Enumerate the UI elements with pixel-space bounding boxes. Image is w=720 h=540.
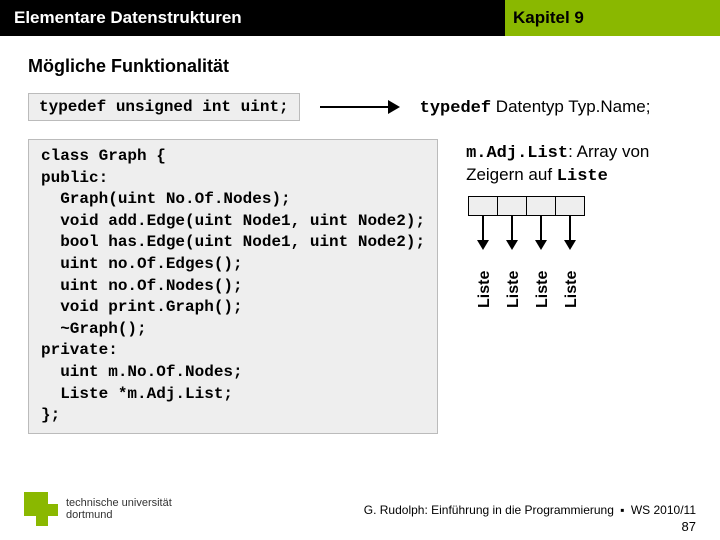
array-cell <box>526 196 556 216</box>
logo-line2: dortmund <box>66 509 172 521</box>
page-number: 87 <box>364 519 696 534</box>
adj-list-kw2: Liste <box>557 167 608 186</box>
array-cell <box>468 196 498 216</box>
arrow-icon <box>320 102 400 112</box>
footer-separator: ▪ <box>620 503 624 517</box>
logo-text: technische universität dortmund <box>66 497 172 521</box>
slide-content: Mögliche Funktionalität typedef unsigned… <box>0 36 720 434</box>
tu-logo-icon <box>24 492 58 526</box>
adj-list-description: m.Adj.List: Array von Zeigern auf Liste <box>466 141 692 188</box>
header-bar: Elementare Datenstrukturen Kapitel 9 <box>0 0 720 36</box>
array-box-row <box>468 196 594 216</box>
adj-list-kw1: m.Adj.List <box>466 144 568 163</box>
typedef-row: typedef unsigned int uint; typedef Daten… <box>28 93 692 121</box>
header-title-right: Kapitel 9 <box>505 0 720 36</box>
typedef-code-box: typedef unsigned int uint; <box>28 93 300 121</box>
typedef-rest: Datentyp Typ.Name; <box>491 97 650 116</box>
down-arrow-icon <box>482 216 484 248</box>
typedef-keyword: typedef <box>420 99 491 118</box>
university-logo: technische universität dortmund <box>24 492 172 526</box>
down-arrow-icon <box>511 216 513 248</box>
liste-label: Liste <box>563 270 581 307</box>
class-code-box: class Graph { public: Graph(uint No.Of.N… <box>28 139 438 434</box>
footer-author: G. Rudolph: Einführung in die Programmie… <box>364 503 614 517</box>
footer-term: WS 2010/11 <box>631 503 696 517</box>
main-row: class Graph { public: Graph(uint No.Of.N… <box>28 139 692 434</box>
array-cell <box>555 196 585 216</box>
array-cell <box>497 196 527 216</box>
liste-label: Liste <box>505 270 523 307</box>
header-title-left: Elementare Datenstrukturen <box>0 0 505 36</box>
logo-line1: technische universität <box>66 497 172 509</box>
down-arrow-icon <box>569 216 571 248</box>
liste-label: Liste <box>476 270 494 307</box>
down-arrow-icon <box>540 216 542 248</box>
footer: G. Rudolph: Einführung in die Programmie… <box>364 503 696 534</box>
liste-label: Liste <box>534 270 552 307</box>
right-block: m.Adj.List: Array von Zeigern auf Liste … <box>466 139 692 316</box>
adj-list-diagram: Liste Liste Liste Liste <box>468 196 594 316</box>
typedef-explanation: typedef Datentyp Typ.Name; <box>420 97 651 118</box>
subtitle: Mögliche Funktionalität <box>28 56 692 77</box>
